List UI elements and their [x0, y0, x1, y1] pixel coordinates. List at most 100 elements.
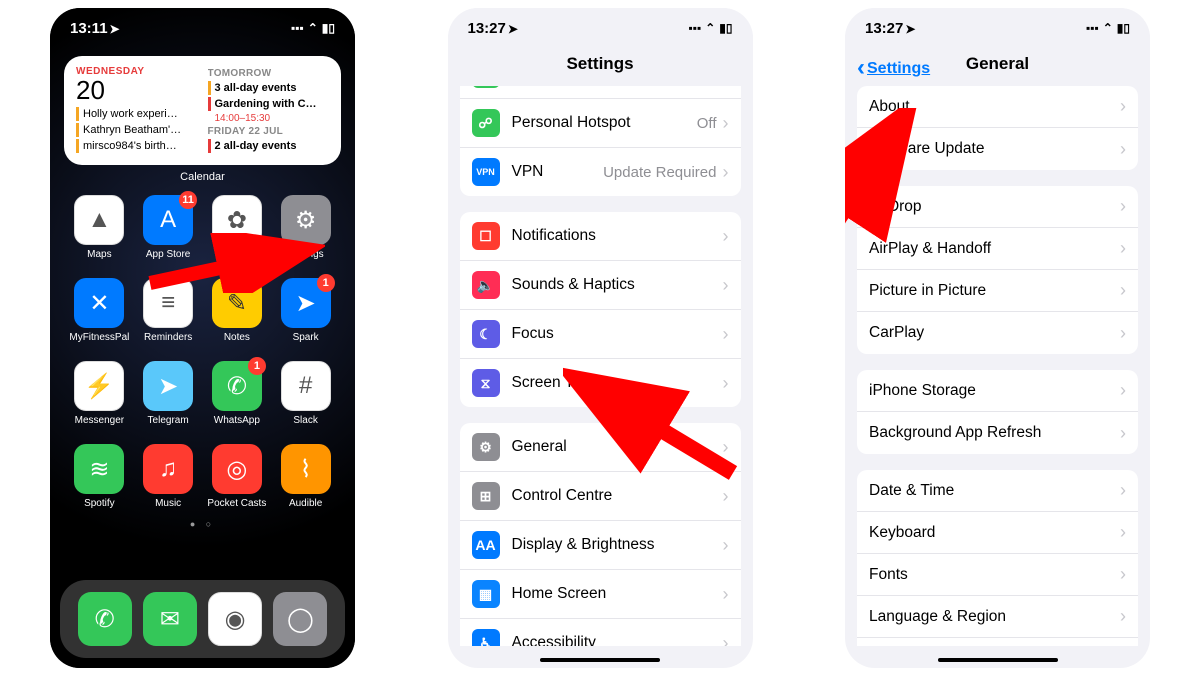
row-date-time[interactable]: Date & Time› [857, 470, 1138, 512]
app-spark[interactable]: ➤1Spark [274, 278, 337, 343]
row-label: AirPlay & Handoff [869, 240, 1120, 258]
dock-camera[interactable]: ◯ [273, 592, 327, 646]
row-iphone-storage[interactable]: iPhone Storage› [857, 370, 1138, 412]
row-software-update[interactable]: Software Update› [857, 128, 1138, 170]
row-icon: ⚙ [472, 433, 500, 461]
app-settings[interactable]: ⚙Settings [274, 195, 337, 260]
app-label: Spark [293, 332, 319, 343]
app-reminders[interactable]: ≡Reminders [137, 278, 200, 343]
calendar-widget[interactable]: WEDNESDAY 20 Holly work experi…Kathryn B… [64, 56, 341, 165]
chevron-icon: › [1120, 423, 1126, 444]
settings-list[interactable]: ▮Mobile Data›☍Personal HotspotOff›VPNVPN… [448, 86, 753, 646]
row-background-app-refresh[interactable]: Background App Refresh› [857, 412, 1138, 454]
row-airplay-handoff[interactable]: AirPlay & Handoff› [857, 228, 1138, 270]
row-carplay[interactable]: CarPlay› [857, 312, 1138, 354]
general-list[interactable]: About›Software Update›AirDrop›AirPlay & … [845, 86, 1150, 646]
app-telegram[interactable]: ➤ Telegram [137, 361, 200, 426]
row-keyboard[interactable]: Keyboard› [857, 512, 1138, 554]
chevron-icon: › [1120, 323, 1126, 344]
row-icon: ⊞ [472, 482, 500, 510]
battery-icon: ▮▯ [1117, 21, 1130, 35]
app-notes[interactable]: ✎Notes [206, 278, 269, 343]
chevron-icon: › [1120, 280, 1126, 301]
status-bar: 13:11➤ ▪▪▪ ⌃ ▮▯ [50, 8, 355, 48]
app-icon: ◎ [212, 444, 262, 494]
chevron-icon: › [1120, 196, 1126, 217]
app-app-store[interactable]: A11App Store [137, 195, 200, 260]
status-bar: 13:27➤ ▪▪▪ ⌃ ▮▯ [845, 8, 1150, 48]
dock-messages[interactable]: ✉ [143, 592, 197, 646]
app-label: Spotify [84, 498, 115, 509]
row-control-centre[interactable]: ⊞Control Centre› [460, 472, 741, 521]
row-vpn[interactable]: VPNVPNUpdate Required› [460, 148, 741, 196]
app-messenger[interactable]: ⚡Messenger [68, 361, 131, 426]
row-label: About [869, 98, 1120, 116]
home-screen: 13:11➤ ▪▪▪ ⌃ ▮▯ WEDNESDAY 20 Holly work … [50, 8, 355, 668]
home-indicator[interactable] [938, 658, 1058, 662]
app-icon: ✕ [74, 278, 124, 328]
row-picture-in-picture[interactable]: Picture in Picture› [857, 270, 1138, 312]
app-label: WhatsApp [214, 415, 260, 426]
row-language-region[interactable]: Language & Region› [857, 596, 1138, 638]
signal-icon: ▪▪▪ [291, 21, 304, 35]
app-music[interactable]: ♫Music [137, 444, 200, 509]
row-personal-hotspot[interactable]: ☍Personal HotspotOff› [460, 99, 741, 148]
chevron-icon: › [723, 437, 729, 458]
app-myfitnesspal[interactable]: ✕MyFitnessPal [68, 278, 131, 343]
row-label: Focus [512, 325, 723, 343]
app-slack[interactable]: #Slack [274, 361, 337, 426]
row-screen-time[interactable]: ⧖Screen Time› [460, 359, 741, 407]
row-label: iPhone Storage [869, 382, 1120, 400]
dock: ✆✉◉◯ [60, 580, 345, 658]
row-icon: ☾ [472, 320, 500, 348]
row-fonts[interactable]: Fonts› [857, 554, 1138, 596]
row-dictionary[interactable]: Dictionary› [857, 638, 1138, 646]
row-mobile-data[interactable]: ▮Mobile Data› [460, 86, 741, 99]
row-accessibility[interactable]: ♿︎Accessibility› [460, 619, 741, 646]
app-pocket-casts[interactable]: ◎ Pocket Casts [206, 444, 269, 509]
app-label: Messenger [75, 415, 124, 426]
row-icon: ⧖ [472, 369, 500, 397]
app-whatsapp[interactable]: ✆1WhatsApp [206, 361, 269, 426]
row-label: AirDrop [869, 198, 1120, 216]
row-sounds-haptics[interactable]: 🔈Sounds & Haptics› [460, 261, 741, 310]
page-dots[interactable]: ● ○ [50, 519, 355, 529]
settings-screen: 13:27➤ ▪▪▪ ⌃ ▮▯ Settings ▮Mobile Data›☍P… [448, 8, 753, 668]
row-notifications[interactable]: ☐Notifications› [460, 212, 741, 261]
app-label: Telegram [148, 415, 189, 426]
location-icon: ➤ [110, 22, 120, 36]
app-label: Notes [224, 332, 250, 343]
row-label: Display & Brightness [512, 536, 723, 554]
row-icon: AA [472, 531, 500, 559]
row-focus[interactable]: ☾Focus› [460, 310, 741, 359]
row-icon: 🔈 [472, 271, 500, 299]
row-about[interactable]: About› [857, 86, 1138, 128]
row-detail: Off [697, 115, 717, 132]
app-icon: ➤ [143, 361, 193, 411]
row-icon: ☍ [472, 109, 500, 137]
dock-chrome[interactable]: ◉ [208, 592, 262, 646]
row-airdrop[interactable]: AirDrop› [857, 186, 1138, 228]
app-audible[interactable]: ⌇Audible [274, 444, 337, 509]
row-general[interactable]: ⚙General› [460, 423, 741, 472]
home-indicator[interactable] [540, 658, 660, 662]
back-button[interactable]: Settings [857, 54, 930, 82]
app-icon: ≡ [143, 278, 193, 328]
app-spotify[interactable]: ≋Spotify [68, 444, 131, 509]
app-maps[interactable]: ▲Maps [68, 195, 131, 260]
row-display-brightness[interactable]: AADisplay & Brightness› [460, 521, 741, 570]
chevron-icon: › [1120, 522, 1126, 543]
row-label: Picture in Picture [869, 282, 1120, 300]
dock-phone[interactable]: ✆ [78, 592, 132, 646]
app-label: Pocket Casts [207, 498, 266, 509]
app-icon: ⌇ [281, 444, 331, 494]
row-home-screen[interactable]: ▦Home Screen› [460, 570, 741, 619]
app-photos[interactable]: ✿ Photos [206, 195, 269, 260]
app-icon: ✿ [212, 195, 262, 245]
signal-icon: ▪▪▪ [688, 21, 701, 35]
app-label: Photos [221, 249, 252, 260]
badge: 1 [317, 274, 335, 292]
row-icon: VPN [472, 158, 500, 186]
row-icon: ♿︎ [472, 629, 500, 646]
row-label: Fonts [869, 566, 1120, 584]
